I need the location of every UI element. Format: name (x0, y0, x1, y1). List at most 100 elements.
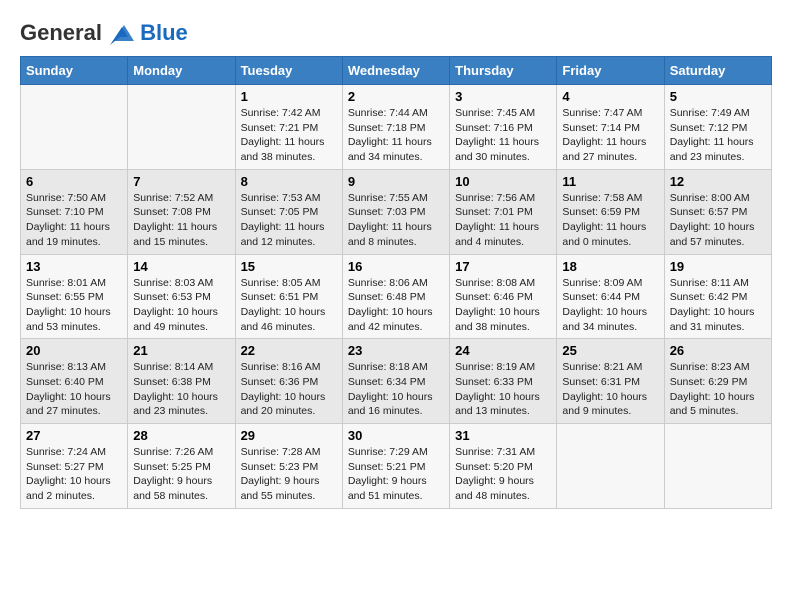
day-cell: 21 Sunrise: 8:14 AM Sunset: 6:38 PM Dayli… (128, 339, 235, 424)
day-cell: 27 Sunrise: 7:24 AM Sunset: 5:27 PM Dayli… (21, 424, 128, 509)
day-info: Sunrise: 7:55 AM Sunset: 7:03 PM Dayligh… (348, 191, 444, 250)
day-info: Sunrise: 7:52 AM Sunset: 7:08 PM Dayligh… (133, 191, 229, 250)
week-row-5: 27 Sunrise: 7:24 AM Sunset: 5:27 PM Dayli… (21, 424, 772, 509)
day-cell: 24Sunrise: 8:19 AM Sunset: 6:33 PM Dayli… (450, 339, 557, 424)
day-cell: 8 Sunrise: 7:53 AM Sunset: 7:05 PM Daylig… (235, 169, 342, 254)
day-cell: 1Sunrise: 7:42 AM Sunset: 7:21 PM Daylig… (235, 85, 342, 170)
day-cell: 4 Sunrise: 7:47 AM Sunset: 7:14 PM Daylig… (557, 85, 664, 170)
day-cell: 13 Sunrise: 8:01 AM Sunset: 6:55 PM Dayli… (21, 254, 128, 339)
day-header-tuesday: Tuesday (235, 57, 342, 85)
day-cell: 11Sunrise: 7:58 AM Sunset: 6:59 PM Dayli… (557, 169, 664, 254)
day-number: 9 (348, 174, 444, 189)
day-cell: 7 Sunrise: 7:52 AM Sunset: 7:08 PM Daylig… (128, 169, 235, 254)
day-number: 4 (562, 89, 658, 104)
day-cell: 31Sunrise: 7:31 AM Sunset: 5:20 PM Dayli… (450, 424, 557, 509)
day-number: 20 (26, 343, 122, 358)
day-cell: 15Sunrise: 8:05 AM Sunset: 6:51 PM Dayli… (235, 254, 342, 339)
day-header-monday: Monday (128, 57, 235, 85)
day-cell: 9 Sunrise: 7:55 AM Sunset: 7:03 PM Daylig… (342, 169, 449, 254)
day-info: Sunrise: 7:49 AM Sunset: 7:12 PM Dayligh… (670, 106, 766, 165)
day-info: Sunrise: 8:23 AM Sunset: 6:29 PM Dayligh… (670, 360, 766, 419)
day-info: Sunrise: 8:18 AM Sunset: 6:34 PM Dayligh… (348, 360, 444, 419)
day-info: Sunrise: 7:47 AM Sunset: 7:14 PM Dayligh… (562, 106, 658, 165)
week-row-2: 6 Sunrise: 7:50 AM Sunset: 7:10 PM Daylig… (21, 169, 772, 254)
day-number: 21 (133, 343, 229, 358)
day-cell: 5 Sunrise: 7:49 AM Sunset: 7:12 PM Daylig… (664, 85, 771, 170)
day-info: Sunrise: 7:42 AM Sunset: 7:21 PM Dayligh… (241, 106, 337, 165)
calendar-table: SundayMondayTuesdayWednesdayThursdayFrid… (20, 56, 772, 509)
day-number: 2 (348, 89, 444, 104)
logo-blue: Blue (140, 20, 188, 46)
day-cell: 10Sunrise: 7:56 AM Sunset: 7:01 PM Dayli… (450, 169, 557, 254)
day-info: Sunrise: 7:50 AM Sunset: 7:10 PM Dayligh… (26, 191, 122, 250)
day-number: 3 (455, 89, 551, 104)
day-header-sunday: Sunday (21, 57, 128, 85)
logo-general: General (20, 20, 102, 45)
day-cell: 6 Sunrise: 7:50 AM Sunset: 7:10 PM Daylig… (21, 169, 128, 254)
day-number: 30 (348, 428, 444, 443)
day-info: Sunrise: 7:53 AM Sunset: 7:05 PM Dayligh… (241, 191, 337, 250)
day-header-saturday: Saturday (664, 57, 771, 85)
day-info: Sunrise: 8:03 AM Sunset: 6:53 PM Dayligh… (133, 276, 229, 335)
day-info: Sunrise: 8:00 AM Sunset: 6:57 PM Dayligh… (670, 191, 766, 250)
day-number: 17 (455, 259, 551, 274)
day-cell: 20 Sunrise: 8:13 AM Sunset: 6:40 PM Dayli… (21, 339, 128, 424)
day-info: Sunrise: 8:11 AM Sunset: 6:42 PM Dayligh… (670, 276, 766, 335)
calendar-body: 1Sunrise: 7:42 AM Sunset: 7:21 PM Daylig… (21, 85, 772, 509)
day-header-friday: Friday (557, 57, 664, 85)
logo-icon (110, 23, 138, 45)
day-number: 25 (562, 343, 658, 358)
day-header-wednesday: Wednesday (342, 57, 449, 85)
day-number: 8 (241, 174, 337, 189)
day-number: 13 (26, 259, 122, 274)
day-number: 31 (455, 428, 551, 443)
day-info: Sunrise: 7:58 AM Sunset: 6:59 PM Dayligh… (562, 191, 658, 250)
day-info: Sunrise: 7:56 AM Sunset: 7:01 PM Dayligh… (455, 191, 551, 250)
day-cell: 3 Sunrise: 7:45 AM Sunset: 7:16 PM Daylig… (450, 85, 557, 170)
day-cell: 23 Sunrise: 8:18 AM Sunset: 6:34 PM Dayli… (342, 339, 449, 424)
day-info: Sunrise: 8:08 AM Sunset: 6:46 PM Dayligh… (455, 276, 551, 335)
day-cell: 12 Sunrise: 8:00 AM Sunset: 6:57 PM Dayli… (664, 169, 771, 254)
day-number: 26 (670, 343, 766, 358)
day-cell (557, 424, 664, 509)
day-cell: 26 Sunrise: 8:23 AM Sunset: 6:29 PM Dayli… (664, 339, 771, 424)
day-info: Sunrise: 7:44 AM Sunset: 7:18 PM Dayligh… (348, 106, 444, 165)
day-number: 22 (241, 343, 337, 358)
day-number: 12 (670, 174, 766, 189)
week-row-3: 13 Sunrise: 8:01 AM Sunset: 6:55 PM Dayli… (21, 254, 772, 339)
logo: General Blue (20, 20, 188, 46)
day-cell: 30 Sunrise: 7:29 AM Sunset: 5:21 PM Dayli… (342, 424, 449, 509)
day-number: 7 (133, 174, 229, 189)
day-number: 14 (133, 259, 229, 274)
day-number: 6 (26, 174, 122, 189)
day-info: Sunrise: 8:01 AM Sunset: 6:55 PM Dayligh… (26, 276, 122, 335)
day-cell: 29 Sunrise: 7:28 AM Sunset: 5:23 PM Dayli… (235, 424, 342, 509)
day-number: 19 (670, 259, 766, 274)
day-info: Sunrise: 8:06 AM Sunset: 6:48 PM Dayligh… (348, 276, 444, 335)
day-info: Sunrise: 7:24 AM Sunset: 5:27 PM Dayligh… (26, 445, 122, 504)
day-cell: 28Sunrise: 7:26 AM Sunset: 5:25 PM Dayli… (128, 424, 235, 509)
day-cell: 17 Sunrise: 8:08 AM Sunset: 6:46 PM Dayli… (450, 254, 557, 339)
day-info: Sunrise: 7:29 AM Sunset: 5:21 PM Dayligh… (348, 445, 444, 504)
day-cell: 18 Sunrise: 8:09 AM Sunset: 6:44 PM Dayli… (557, 254, 664, 339)
page-header: General Blue (20, 20, 772, 46)
day-info: Sunrise: 8:14 AM Sunset: 6:38 PM Dayligh… (133, 360, 229, 419)
day-number: 5 (670, 89, 766, 104)
day-number: 27 (26, 428, 122, 443)
day-cell: 2 Sunrise: 7:44 AM Sunset: 7:18 PM Daylig… (342, 85, 449, 170)
day-info: Sunrise: 7:28 AM Sunset: 5:23 PM Dayligh… (241, 445, 337, 504)
day-number: 29 (241, 428, 337, 443)
day-info: Sunrise: 8:13 AM Sunset: 6:40 PM Dayligh… (26, 360, 122, 419)
day-cell: 19 Sunrise: 8:11 AM Sunset: 6:42 PM Dayli… (664, 254, 771, 339)
day-number: 23 (348, 343, 444, 358)
day-number: 18 (562, 259, 658, 274)
day-info: Sunrise: 8:09 AM Sunset: 6:44 PM Dayligh… (562, 276, 658, 335)
day-cell (128, 85, 235, 170)
day-info: Sunrise: 7:45 AM Sunset: 7:16 PM Dayligh… (455, 106, 551, 165)
day-cell: 22Sunrise: 8:16 AM Sunset: 6:36 PM Dayli… (235, 339, 342, 424)
day-info: Sunrise: 8:05 AM Sunset: 6:51 PM Dayligh… (241, 276, 337, 335)
day-number: 16 (348, 259, 444, 274)
day-cell (664, 424, 771, 509)
day-info: Sunrise: 8:21 AM Sunset: 6:31 PM Dayligh… (562, 360, 658, 419)
calendar-header-row: SundayMondayTuesdayWednesdayThursdayFrid… (21, 57, 772, 85)
